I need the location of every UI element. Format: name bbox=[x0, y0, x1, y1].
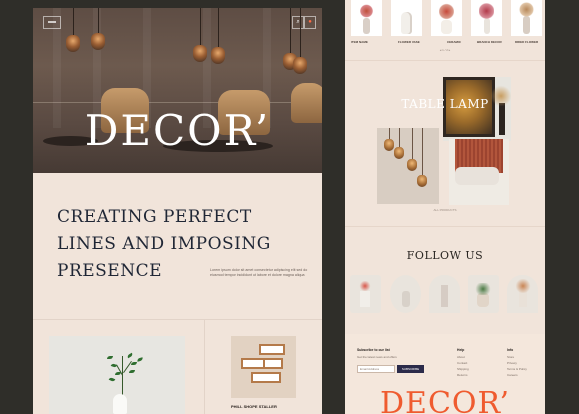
footer-col-title: Info bbox=[507, 348, 514, 352]
intro-paragraph: Lorem ipsum dolor sit amet consectetur a… bbox=[210, 268, 308, 277]
footer-link[interactable]: Privacy bbox=[507, 361, 517, 365]
product-label: FLOWER VASE bbox=[398, 40, 420, 44]
heading-line: CREATING PERFECT bbox=[57, 207, 252, 227]
product-card[interactable] bbox=[471, 0, 502, 36]
product-card[interactable] bbox=[351, 0, 382, 36]
home-page-right: ITEM NAME FLOWER VASE CERAMIC BRANCH DEC… bbox=[345, 0, 545, 414]
instagram-post[interactable] bbox=[507, 275, 538, 313]
pendant-lamp-image[interactable] bbox=[377, 128, 439, 204]
cart-icon[interactable]: ● bbox=[304, 16, 316, 29]
footer-col-title: Help bbox=[457, 348, 465, 352]
product-card[interactable] bbox=[511, 0, 542, 36]
footer-link[interactable]: Careers bbox=[507, 373, 518, 377]
pendant-lamp-icon bbox=[193, 45, 207, 62]
sideboard-image[interactable] bbox=[449, 139, 509, 205]
product-label: DRIED FLOWER bbox=[515, 40, 539, 44]
pendant-lamp-icon bbox=[211, 47, 225, 64]
footer-link[interactable]: About bbox=[457, 355, 465, 359]
product-label: CERAMIC bbox=[447, 40, 461, 44]
hero-section: ⌕ ● DECOR’ bbox=[33, 8, 322, 173]
pendant-lamp-icon bbox=[293, 57, 307, 74]
footer-link[interactable]: Shipping bbox=[457, 367, 469, 371]
pendant-lamp-icon bbox=[66, 35, 80, 52]
follow-us-title: FOLLOW US bbox=[406, 249, 484, 262]
heading-line: LINES AND IMPOSING bbox=[57, 234, 271, 254]
email-input[interactable]: Email Address bbox=[357, 365, 395, 373]
hero-logo: DECOR’ bbox=[84, 106, 271, 155]
subscribe-title: Subscribe to our list bbox=[357, 348, 390, 352]
instagram-post[interactable] bbox=[350, 275, 381, 313]
footer-link[interactable]: Terms & Policy bbox=[507, 367, 527, 371]
card-title: PHILL SHOPE STALLER bbox=[231, 404, 277, 409]
section-title-table-lamp: TABLE LAMP bbox=[401, 97, 489, 111]
footer-link[interactable]: Contact bbox=[457, 361, 467, 365]
instagram-post[interactable] bbox=[390, 275, 421, 313]
home-page-left: ⌕ ● DECOR’ CREATING PERFECT LINES AND IM… bbox=[33, 8, 322, 414]
view-all-link[interactable]: ALL PRODUCTS bbox=[345, 208, 545, 212]
search-icon[interactable]: ⌕ bbox=[292, 16, 304, 29]
footer-link[interactable]: Store bbox=[507, 355, 514, 359]
product-pager[interactable]: ◂ 1 / 2 ▸ bbox=[345, 48, 545, 52]
menu-icon[interactable] bbox=[43, 16, 61, 29]
product-card[interactable] bbox=[391, 0, 422, 36]
subscribe-button[interactable]: SUBSCRIBE bbox=[397, 365, 424, 373]
footer-link[interactable]: Returns bbox=[457, 373, 468, 377]
product-card[interactable] bbox=[431, 0, 462, 36]
instagram-post[interactable] bbox=[468, 275, 499, 313]
subscribe-text: Get the latest news and offers bbox=[357, 355, 397, 359]
shelf-image-card[interactable] bbox=[231, 336, 296, 398]
product-label: BRANCH DECOR bbox=[477, 40, 502, 44]
instagram-post[interactable] bbox=[429, 275, 460, 313]
product-label: ITEM NAME bbox=[351, 40, 368, 44]
footer-logo: DECOR’ bbox=[380, 386, 510, 414]
pendant-lamp-icon bbox=[91, 33, 105, 50]
plant-image-card[interactable] bbox=[49, 336, 185, 414]
